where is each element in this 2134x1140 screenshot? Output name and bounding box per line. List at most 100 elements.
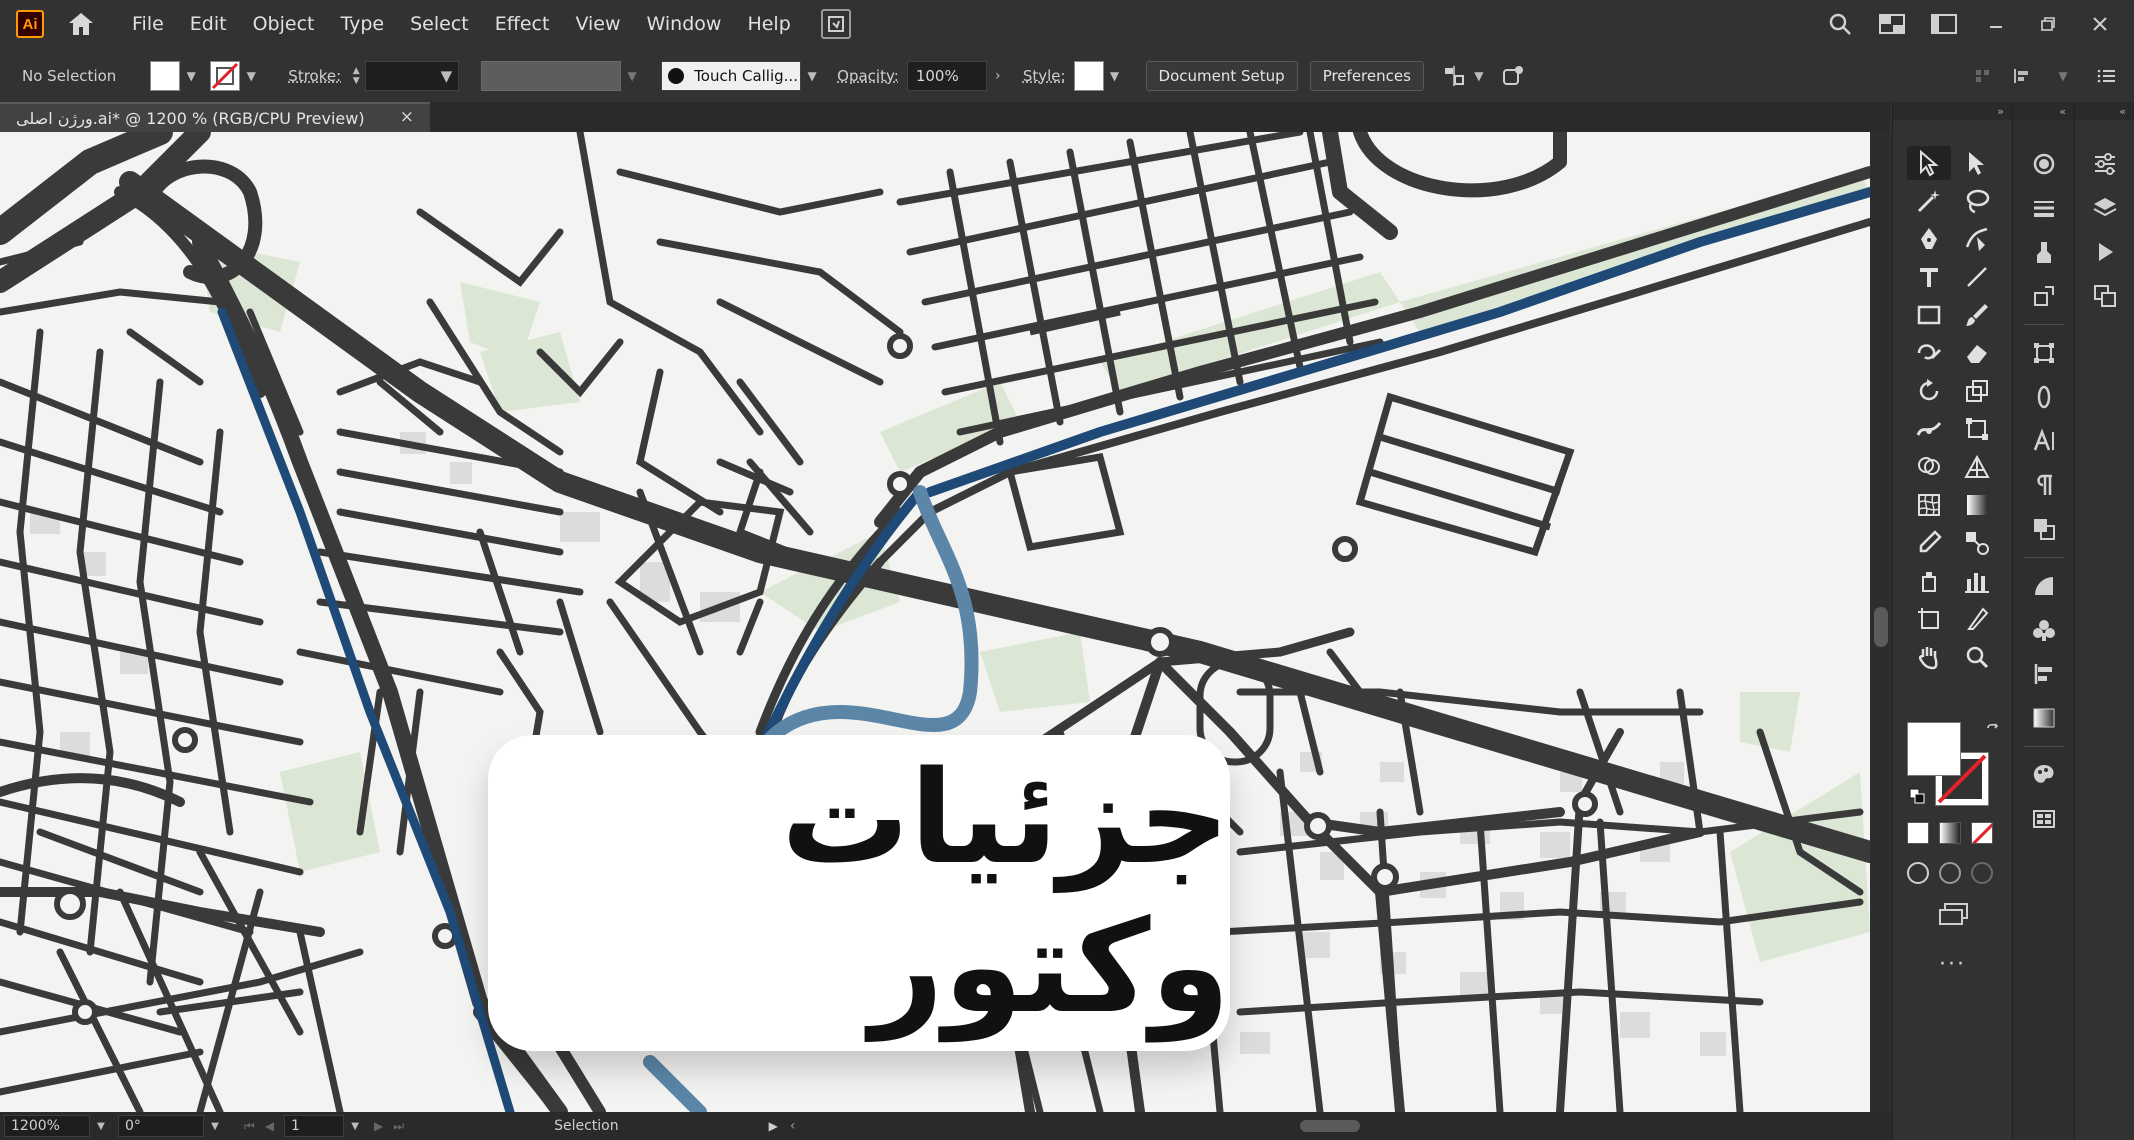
rectangle-tool-icon[interactable] bbox=[1907, 298, 1951, 332]
first-artboard-icon[interactable]: ⏮ bbox=[244, 1119, 255, 1134]
props-panel-collapse-icon[interactable]: « bbox=[2013, 102, 2074, 120]
eraser-tool-icon[interactable] bbox=[1955, 336, 1999, 370]
gradient-mode-icon[interactable] bbox=[1939, 822, 1961, 844]
artboard-tool-icon[interactable] bbox=[1907, 602, 1951, 636]
next-artboard-icon[interactable]: ▶ bbox=[374, 1119, 383, 1133]
brush-dropdown-icon[interactable]: ▼ bbox=[801, 61, 823, 91]
fill-swatch[interactable] bbox=[150, 61, 181, 91]
opacity-expand-icon[interactable]: › bbox=[987, 61, 1009, 91]
menu-window[interactable]: Window bbox=[647, 13, 722, 35]
panels-icon[interactable] bbox=[1926, 6, 1962, 42]
artboard-dropdown-icon[interactable]: ▼ bbox=[344, 1115, 366, 1137]
stroke-panel-icon[interactable] bbox=[2028, 192, 2060, 224]
workspace-icon[interactable] bbox=[1874, 6, 1910, 42]
column-graph-tool-icon[interactable] bbox=[1955, 564, 1999, 598]
arrange-panel-icon[interactable] bbox=[1972, 61, 1994, 91]
dock-panel-collapse-icon[interactable]: « bbox=[2075, 102, 2134, 120]
eyedropper-tool-icon[interactable] bbox=[1907, 526, 1951, 560]
brushes-icon[interactable] bbox=[2028, 236, 2060, 268]
free-transform-tool-icon[interactable] bbox=[1955, 412, 1999, 446]
menu-view[interactable]: View bbox=[575, 13, 620, 35]
mesh-tool-icon[interactable] bbox=[1907, 488, 1951, 522]
distribute-dropdown-icon[interactable]: ▼ bbox=[2052, 61, 2074, 91]
rotation-dropdown-icon[interactable]: ▼ bbox=[204, 1115, 226, 1137]
distribute-icon[interactable] bbox=[2012, 61, 2034, 91]
vertical-scrollbar[interactable] bbox=[1870, 132, 1892, 1112]
width-tool-icon[interactable] bbox=[1907, 412, 1951, 446]
opentype-icon[interactable] bbox=[2028, 381, 2060, 413]
rotation-field[interactable]: 0° bbox=[118, 1115, 204, 1137]
shape-builder-tool-icon[interactable] bbox=[1907, 450, 1951, 484]
stroke-stepper-icon[interactable]: ▲ ▼ bbox=[347, 61, 365, 91]
menu-edit[interactable]: Edit bbox=[190, 13, 227, 35]
paragraph-icon[interactable] bbox=[2028, 469, 2060, 501]
close-window-icon[interactable] bbox=[2082, 6, 2118, 42]
lasso-tool-icon[interactable] bbox=[1955, 184, 1999, 218]
recolor-artwork-icon[interactable] bbox=[1498, 61, 1528, 91]
stroke-dropdown-icon[interactable]: ▼ bbox=[240, 61, 262, 91]
artboard-field[interactable]: 1 bbox=[284, 1115, 345, 1137]
paintbrush-tool-icon[interactable] bbox=[1955, 298, 1999, 332]
hscroll-left-icon[interactable]: ‹ bbox=[790, 1118, 796, 1134]
color-guide-icon[interactable] bbox=[2028, 759, 2060, 791]
align-panel-icon[interactable] bbox=[2028, 658, 2060, 690]
swatches-icon[interactable] bbox=[2028, 803, 2060, 835]
selection-tool-icon[interactable] bbox=[1907, 146, 1951, 180]
zoom-field[interactable]: 1200% bbox=[4, 1115, 90, 1137]
stroke-color-box[interactable] bbox=[1935, 752, 1989, 806]
scale-tool-icon[interactable] bbox=[1955, 374, 1999, 408]
variable-width-profile[interactable] bbox=[481, 61, 622, 91]
menu-object[interactable]: Object bbox=[253, 13, 315, 35]
artboard-canvas[interactable]: جزئیات وکتور bbox=[0, 132, 1870, 1112]
preferences-button[interactable]: Preferences bbox=[1309, 61, 1424, 91]
align-dropdown-icon[interactable]: ▼ bbox=[1468, 61, 1490, 91]
restore-icon[interactable] bbox=[2030, 6, 2066, 42]
last-artboard-icon[interactable]: ⏭ bbox=[393, 1119, 404, 1134]
none-mode-icon[interactable] bbox=[1971, 822, 1993, 844]
draw-inside-icon[interactable] bbox=[1971, 862, 1993, 884]
gradient-tool-icon[interactable] bbox=[1955, 488, 1999, 522]
appearance-icon[interactable] bbox=[2028, 148, 2060, 180]
scroll-thumb[interactable] bbox=[1874, 607, 1888, 647]
rotate-tool-icon[interactable] bbox=[1907, 374, 1951, 408]
minimize-icon[interactable] bbox=[1978, 6, 2014, 42]
type-tool-icon[interactable] bbox=[1907, 260, 1951, 294]
fill-stroke-widget[interactable] bbox=[1907, 722, 1999, 812]
screen-mode-icon[interactable] bbox=[1937, 902, 1971, 928]
transparency-icon[interactable] bbox=[2028, 570, 2060, 602]
magic-wand-tool-icon[interactable] bbox=[1907, 184, 1951, 218]
menu-select[interactable]: Select bbox=[410, 13, 469, 35]
swap-fill-stroke-icon[interactable] bbox=[1985, 722, 2001, 738]
menu-help[interactable]: Help bbox=[747, 13, 790, 35]
shaper-tool-icon[interactable] bbox=[1907, 336, 1951, 370]
zoom-tool-icon[interactable] bbox=[1955, 640, 1999, 674]
document-setup-button[interactable]: Document Setup bbox=[1145, 61, 1298, 91]
stroke-weight-field[interactable]: ▼ bbox=[365, 61, 460, 91]
menu-file[interactable]: File bbox=[132, 13, 164, 35]
home-icon[interactable] bbox=[64, 7, 98, 41]
symbols-icon[interactable] bbox=[2028, 280, 2060, 312]
menu-type[interactable]: Type bbox=[340, 13, 384, 35]
profile-dropdown-icon[interactable]: ▼ bbox=[621, 61, 643, 91]
tools-panel-collapse-icon[interactable]: » bbox=[1893, 102, 2012, 120]
symbol-sprayer-tool-icon[interactable] bbox=[1907, 564, 1951, 598]
hscroll-thumb[interactable] bbox=[1300, 1120, 1360, 1132]
draw-normal-icon[interactable] bbox=[1907, 862, 1929, 884]
control-menu-icon[interactable] bbox=[2096, 61, 2118, 91]
align-icon[interactable] bbox=[1440, 61, 1468, 91]
artboards-icon[interactable] bbox=[2089, 280, 2121, 312]
status-menu-icon[interactable]: ▶ bbox=[769, 1119, 778, 1133]
line-segment-tool-icon[interactable] bbox=[1955, 260, 1999, 294]
curvature-tool-icon[interactable] bbox=[1955, 222, 1999, 256]
default-fill-stroke-icon[interactable] bbox=[1909, 788, 1925, 804]
style-dropdown-icon[interactable]: ▼ bbox=[1104, 61, 1126, 91]
stroke-swatch-none[interactable] bbox=[210, 61, 241, 91]
brush-definition[interactable]: Touch Callig... bbox=[661, 61, 802, 91]
properties-icon[interactable] bbox=[2089, 148, 2121, 180]
opacity-field[interactable]: 100% bbox=[906, 61, 987, 91]
hand-tool-icon[interactable] bbox=[1907, 640, 1951, 674]
libraries-icon[interactable] bbox=[2028, 614, 2060, 646]
search-icon[interactable] bbox=[1822, 6, 1858, 42]
fill-dropdown-icon[interactable]: ▼ bbox=[180, 61, 202, 91]
draw-behind-icon[interactable] bbox=[1939, 862, 1961, 884]
